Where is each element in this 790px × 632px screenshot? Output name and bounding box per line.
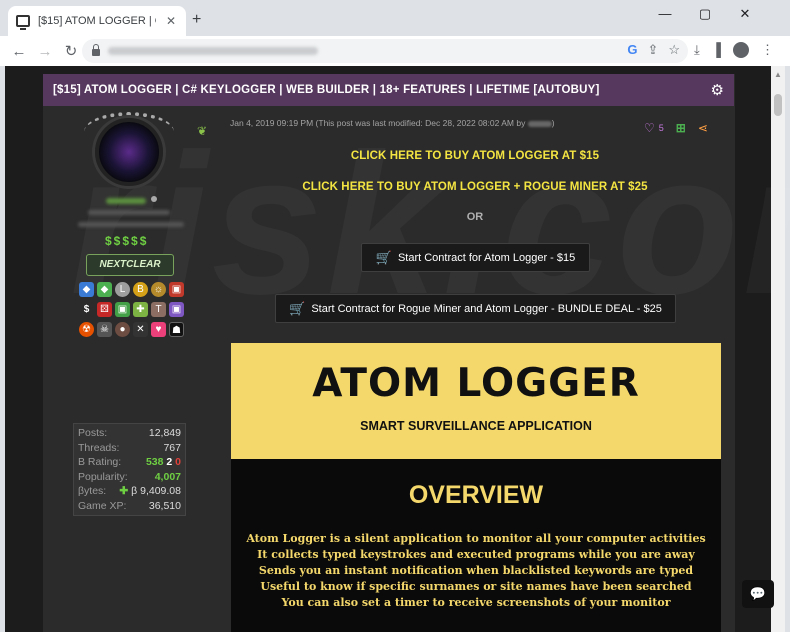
chat-icon[interactable]: 💬 xyxy=(742,580,774,608)
cart-icon: 🛒 xyxy=(289,300,306,316)
badge-icon[interactable]: ☼ xyxy=(151,282,166,297)
desc-line: Sends you an instant notification when b… xyxy=(258,564,694,577)
banner-title: ATOM LOGGER xyxy=(312,361,640,406)
reputation-dollars: $$$$$ xyxy=(105,234,149,248)
new-tab-button[interactable]: + xyxy=(192,11,201,29)
badge-icon[interactable]: B xyxy=(133,282,148,297)
badge-icon[interactable]: T xyxy=(151,302,166,317)
tab-bar: [$15] ATOM LOGGER | C# KEYLO ✕ + — ▢ ✕ xyxy=(0,0,790,36)
badge-icon[interactable]: ☗ xyxy=(169,322,184,337)
start-contract-bundle-button[interactable]: 🛒 Start Contract for Rogue Miner and Ato… xyxy=(275,294,676,323)
stat-posts: Posts: 12,849 xyxy=(78,427,181,439)
badge-icon[interactable]: L xyxy=(115,282,130,297)
or-separator: OR xyxy=(466,211,484,223)
user-title-redacted xyxy=(88,210,170,215)
reload-button[interactable]: ↻ xyxy=(60,42,82,60)
toolbar-right: ⤓ ▐ ⋮ xyxy=(694,42,774,58)
contract-atom-label: Start Contract for Atom Logger - $15 xyxy=(397,251,576,264)
badge-icon[interactable]: $ xyxy=(79,302,94,317)
desc-line: Atom Logger is a silent application to m… xyxy=(246,532,706,545)
tab-close-icon[interactable]: ✕ xyxy=(164,14,178,28)
profile-avatar-icon[interactable] xyxy=(732,42,749,58)
address-bar[interactable]: G ⇪ ☆ xyxy=(82,39,688,63)
badge-icon[interactable]: ☠ xyxy=(97,322,112,337)
leaf-icon: ❦ xyxy=(197,124,208,138)
tab-title: [$15] ATOM LOGGER | C# KEYLO xyxy=(38,15,156,27)
share-nodes-icon[interactable]: ⋖ xyxy=(698,121,708,135)
badge-icon[interactable]: ⚄ xyxy=(97,302,112,317)
stat-threads: Threads: 767 xyxy=(78,441,181,454)
banner-subtitle: SMART SURVEILLANCE APPLICATION xyxy=(360,419,592,433)
back-button[interactable]: ← xyxy=(8,43,30,60)
buy-atom-link[interactable]: CLICK HERE TO BUY ATOM LOGGER AT $15 xyxy=(175,150,775,162)
online-status-icon xyxy=(151,196,157,202)
badge-icon[interactable]: ☢ xyxy=(79,322,94,337)
user-subtitle-redacted xyxy=(78,222,184,227)
gear-icon[interactable]: ⚙ xyxy=(711,81,724,99)
desc-line: You can also set a timer to receive scre… xyxy=(281,596,671,609)
menu-icon[interactable]: ⋮ xyxy=(761,42,774,58)
heart-icon[interactable]: ♡ xyxy=(644,121,655,135)
modifier-redacted[interactable] xyxy=(527,120,552,127)
lock-icon[interactable] xyxy=(92,44,100,56)
start-contract-atom-button[interactable]: 🛒 Start Contract for Atom Logger - $15 xyxy=(361,243,590,272)
badge-icon[interactable]: ▣ xyxy=(169,302,184,317)
user-stats: Posts: 12,849 Threads: 767 B Rating: 538 2 … xyxy=(73,423,186,516)
username-redacted[interactable] xyxy=(106,198,146,204)
post-meta: Jan 4, 2019 09:19 PM (This post was last… xyxy=(230,118,555,128)
like-count: 5 xyxy=(658,123,664,133)
stat-popularity[interactable]: Popularity: 4,007 xyxy=(78,470,181,485)
userbar-image: NEXTCLEAR xyxy=(86,254,174,276)
cart-icon: 🛒 xyxy=(375,249,392,265)
post-actions: ♡ 5 ⊞ ⋖ xyxy=(644,121,708,135)
scroll-up-arrow-icon[interactable]: ▲ xyxy=(774,70,782,79)
download-icon[interactable]: ⤓ xyxy=(694,42,700,58)
computer-icon xyxy=(16,15,30,30)
thread-title: [$15] ATOM LOGGER | C# KEYLOGGER | WEB B… xyxy=(53,84,600,96)
scroll-thumb[interactable] xyxy=(774,94,782,116)
avatar[interactable] xyxy=(95,118,163,186)
badge-icon[interactable]: ● xyxy=(115,322,130,337)
maximize-button[interactable]: ▢ xyxy=(690,6,720,22)
share-icon[interactable]: ⇪ xyxy=(647,42,658,58)
thread-header: [$15] ATOM LOGGER | C# KEYLOGGER | WEB B… xyxy=(43,74,734,106)
stat-game-xp: Game XP: 36,510 xyxy=(78,499,181,512)
google-icon[interactable]: G xyxy=(627,42,637,58)
buy-bundle-link[interactable]: CLICK HERE TO BUY ATOM LOGGER + ROGUE MI… xyxy=(175,181,775,193)
side-panel-icon[interactable]: ▐ xyxy=(712,42,721,58)
badge-icon[interactable]: ♥ xyxy=(151,322,166,337)
badge-icon[interactable]: ◆ xyxy=(97,282,112,297)
desc-line: Useful to know if specific surnames or s… xyxy=(260,580,692,593)
badge-icon[interactable]: ✕ xyxy=(133,322,148,337)
stat-b-rating[interactable]: B Rating: 538 2 0 xyxy=(78,455,181,470)
window-close-button[interactable]: ✕ xyxy=(730,6,760,22)
banner-header: ATOM LOGGER SMART SURVEILLANCE APPLICATI… xyxy=(231,343,721,459)
forward-button[interactable]: → xyxy=(34,43,56,60)
contract-bundle-label: Start Contract for Rogue Miner and Atom … xyxy=(311,302,662,315)
overview-heading: OVERVIEW xyxy=(408,481,544,509)
badge-icon[interactable]: ◆ xyxy=(79,282,94,297)
badge-icon[interactable]: ▣ xyxy=(169,282,184,297)
post-modified: (This post was last modified: Dec 28, 20… xyxy=(315,118,526,128)
thread-tree-icon[interactable]: ⊞ xyxy=(676,121,686,135)
award-badges: ◆ ◆ L B ☼ ▣ $ ⚄ ▣ ✚ T ▣ ☢ ☠ ● ✕ ♥ ☗ xyxy=(79,282,189,337)
minimize-button[interactable]: — xyxy=(650,6,680,21)
stat-bytes[interactable]: βytes: ✚ β 9,409.08 xyxy=(78,484,181,499)
omnibox-actions: G ⇪ ☆ xyxy=(627,42,680,58)
post-date[interactable]: Jan 4, 2019 09:19 PM xyxy=(230,118,313,128)
overview-description: Atom Logger is a silent application to m… xyxy=(231,531,721,611)
badge-icon[interactable]: ▣ xyxy=(115,302,130,317)
atom-logger-banner: ATOM LOGGER SMART SURVEILLANCE APPLICATI… xyxy=(231,343,721,632)
url-text-redacted xyxy=(108,47,318,55)
browser-tab[interactable]: [$15] ATOM LOGGER | C# KEYLO ✕ xyxy=(8,6,186,36)
badge-icon[interactable]: ✚ xyxy=(133,302,148,317)
browser-toolbar: ← → ↻ G ⇪ ☆ ⤓ ▐ ⋮ xyxy=(0,36,790,66)
desc-line: It collects typed keystrokes and execute… xyxy=(257,548,695,561)
bookmark-star-icon[interactable]: ☆ xyxy=(668,42,680,58)
